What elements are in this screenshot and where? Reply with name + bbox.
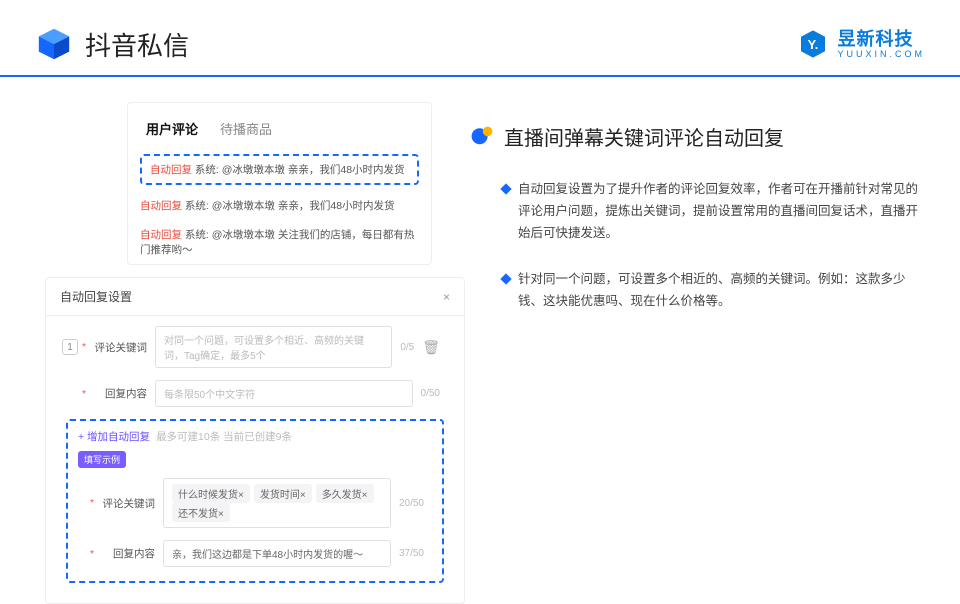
- example-keyword-row: * 评论关键词 什么时候发货×发货时间×多久发货×还不发货× 20/50: [74, 472, 436, 534]
- reply-item: 自动回复 系统: @冰墩墩本墩 亲亲，我们48小时内发货: [128, 191, 431, 220]
- content-label: 回复内容: [92, 386, 147, 401]
- tab-user-comments[interactable]: 用户评论: [146, 119, 198, 138]
- settings-title: 自动回复设置: [60, 288, 132, 305]
- brand-logo-icon: Y.: [797, 28, 829, 60]
- heading-text: 直播间弹幕关键词评论自动回复: [504, 122, 784, 151]
- example-badge: 填写示例: [78, 451, 126, 468]
- reply-item: 自动回复 系统: @冰墩墩本墩 关注我们的店铺，每日都有热门推荐哟～: [128, 220, 431, 264]
- header-left: 抖音私信: [35, 25, 189, 63]
- chat-bubble-icon: [470, 125, 494, 149]
- keyword-counter: 0/5: [400, 342, 414, 353]
- cube-icon: [35, 25, 73, 63]
- right-column: 直播间弹幕关键词评论自动回复 自动回复设置为了提升作者的评论回复效率，作者可在开…: [470, 102, 960, 604]
- example-tags[interactable]: 什么时候发货×发货时间×多久发货×还不发货×: [163, 478, 391, 528]
- tab-pending-goods[interactable]: 待播商品: [220, 119, 272, 138]
- content-row: * 回复内容 每条限50个中文字符 0/50: [58, 374, 452, 413]
- section-heading: 直播间弹幕关键词评论自动回复: [470, 122, 925, 151]
- keyword-label: 评论关键词: [92, 340, 147, 355]
- left-column: 用户评论 待播商品 自动回复 系统: @冰墩墩本墩 亲亲，我们48小时内发货 自…: [0, 102, 470, 604]
- reply-user: @冰墩墩本墩: [222, 164, 285, 176]
- brand-url: YUUXIN.COM: [837, 50, 925, 59]
- settings-title-bar: 自动回复设置 ×: [46, 278, 464, 316]
- reply-text: 亲亲，我们48小时内发货: [288, 164, 405, 176]
- content: 用户评论 待播商品 自动回复 系统: @冰墩墩本墩 亲亲，我们48小时内发货 自…: [0, 77, 960, 604]
- bullet-item: 针对同一个问题，可设置多个相近的、高频的关键词。例如：这款多少钱、这块能优惠吗、…: [470, 269, 925, 313]
- svg-text:Y.: Y.: [808, 37, 819, 52]
- content-input[interactable]: 每条限50个中文字符: [155, 380, 413, 407]
- diamond-icon: [500, 273, 511, 284]
- trash-icon[interactable]: 🗑: [422, 339, 440, 356]
- add-reply-link[interactable]: + 增加自动回复 最多可建10条 当前已创建9条: [74, 427, 436, 450]
- brand-name: 昱新科技: [837, 30, 925, 48]
- diamond-icon: [500, 183, 511, 194]
- auto-reply-label: 自动回复: [150, 164, 192, 176]
- bullet-text: 针对同一个问题，可设置多个相近的、高频的关键词。例如：这款多少钱、这块能优惠吗、…: [518, 269, 925, 313]
- example-content[interactable]: 亲，我们这边都是下单48小时内发货的喔～: [163, 540, 391, 567]
- content-counter: 0/50: [421, 388, 440, 399]
- page-title: 抖音私信: [85, 26, 189, 63]
- keyword-row: 1 * 评论关键词 对同一个问题，可设置多个相近、高频的关键词，Tag确定，最多…: [58, 320, 452, 374]
- settings-panel: 自动回复设置 × 1 * 评论关键词 对同一个问题，可设置多个相近、高频的关键词…: [45, 277, 465, 604]
- example-section: + 增加自动回复 最多可建10条 当前已创建9条 填写示例 * 评论关键词 什么…: [66, 419, 444, 583]
- panel-tabs: 用户评论 待播商品: [128, 103, 431, 148]
- close-icon[interactable]: ×: [443, 290, 450, 304]
- bullet-text: 自动回复设置为了提升作者的评论回复效率，作者可在开播前针对常见的评论用户问题，提…: [518, 179, 925, 245]
- comments-panel: 用户评论 待播商品 自动回复 系统: @冰墩墩本墩 亲亲，我们48小时内发货 自…: [127, 102, 432, 265]
- system-prefix: 系统:: [195, 164, 219, 176]
- highlighted-reply: 自动回复 系统: @冰墩墩本墩 亲亲，我们48小时内发货: [140, 154, 419, 185]
- bullet-item: 自动回复设置为了提升作者的评论回复效率，作者可在开播前针对常见的评论用户问题，提…: [470, 179, 925, 245]
- keyword-input[interactable]: 对同一个问题，可设置多个相近、高频的关键词，Tag确定，最多5个: [155, 326, 392, 368]
- row-number: 1: [62, 339, 78, 355]
- header: 抖音私信 Y. 昱新科技 YUUXIN.COM: [0, 0, 960, 63]
- brand: Y. 昱新科技 YUUXIN.COM: [797, 28, 925, 60]
